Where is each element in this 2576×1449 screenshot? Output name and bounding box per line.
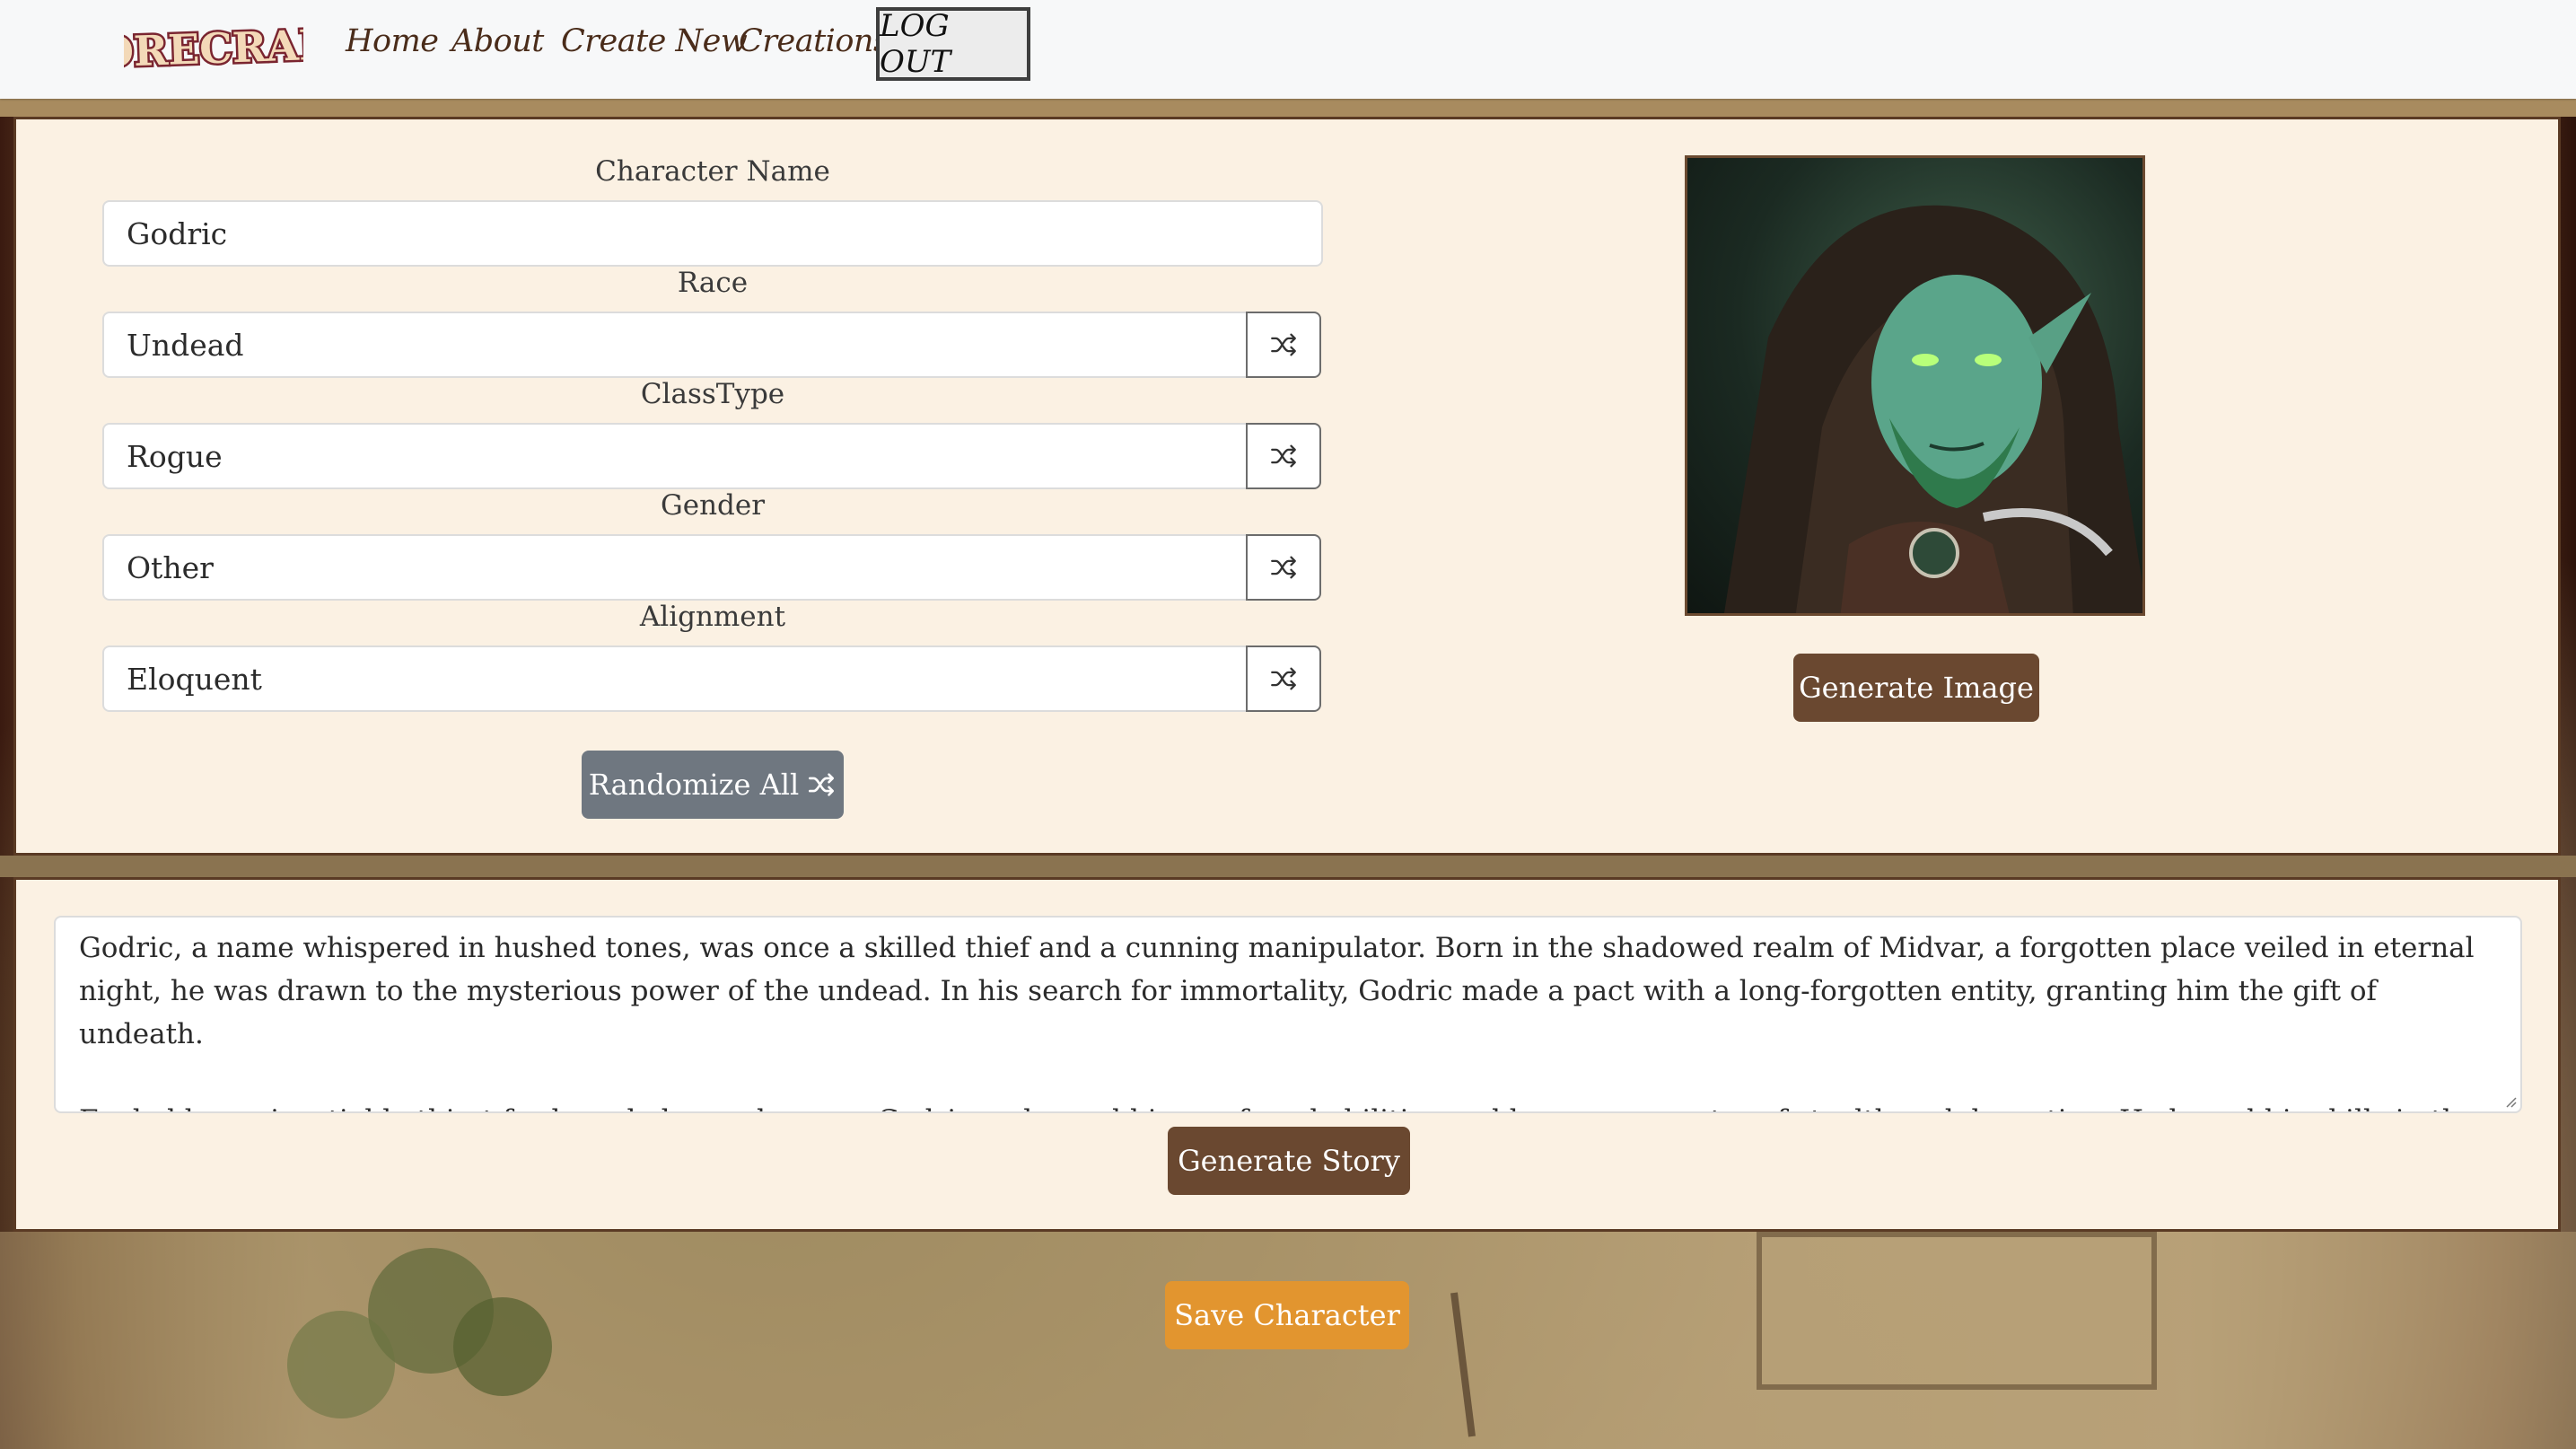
randomize-all-button[interactable]: Randomize All	[582, 751, 844, 819]
classtype-input[interactable]: Rogue	[102, 423, 1248, 489]
shuffle-icon	[1271, 556, 1296, 579]
classtype-label: ClassType	[640, 378, 785, 410]
resize-grip-icon[interactable]	[2502, 1093, 2517, 1108]
classtype-shuffle-button[interactable]	[1246, 423, 1321, 489]
gender-input[interactable]: Other	[102, 534, 1248, 601]
randomize-all-label: Randomize All	[588, 768, 800, 802]
nav-create-new-link[interactable]: Create New	[561, 23, 748, 59]
alignment-label: Alignment	[639, 601, 786, 633]
gender-shuffle-button[interactable]	[1246, 534, 1321, 601]
story-paragraph-1: Godric, a name whispered in hushed tones…	[79, 932, 2475, 1050]
alignment-shuffle-button[interactable]	[1246, 645, 1321, 712]
navbar: LORECRAFT Home About Create New Creation…	[0, 0, 2576, 99]
nav-home-link[interactable]: Home	[346, 23, 439, 59]
story-paragraph-2: Fueled by an insatiable thirst for knowl…	[79, 1099, 2497, 1111]
gender-label: Gender	[660, 489, 766, 522]
character-name-label: Character Name	[595, 155, 830, 188]
race-shuffle-button[interactable]	[1246, 312, 1321, 378]
alignment-input[interactable]: Eloquent	[102, 645, 1248, 712]
lorecraft-logo[interactable]: LORECRAFT	[66, 17, 362, 80]
race-input[interactable]: Undead	[102, 312, 1248, 378]
story-panel: Godric, a name whispered in hushed tones…	[13, 877, 2561, 1232]
svg-text:LORECRAFT: LORECRAFT	[124, 19, 303, 77]
save-character-button[interactable]: Save Character	[1165, 1281, 1409, 1349]
nav-about-link[interactable]: About	[451, 23, 544, 59]
character-portrait	[1685, 155, 2145, 616]
logout-button[interactable]: LOG OUT	[876, 7, 1030, 81]
nav-creations-link[interactable]: Creations	[739, 23, 889, 59]
character-name-input[interactable]: Godric	[102, 200, 1323, 267]
shuffle-icon	[809, 773, 835, 796]
race-label: Race	[677, 267, 749, 299]
generate-image-button[interactable]: Generate Image	[1793, 654, 2039, 722]
shuffle-icon	[1271, 667, 1296, 690]
shuffle-icon	[1271, 444, 1296, 468]
character-form-panel: Character Name Godric Race Undead ClassT…	[13, 117, 2561, 856]
generate-story-button[interactable]: Generate Story	[1168, 1127, 1410, 1195]
shuffle-icon	[1271, 333, 1296, 356]
story-textarea[interactable]: Godric, a name whispered in hushed tones…	[54, 916, 2522, 1113]
